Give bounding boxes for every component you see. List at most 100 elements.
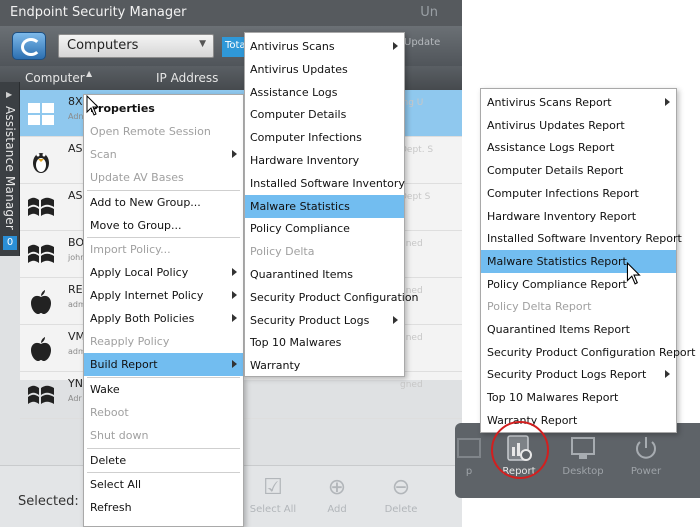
menu-item-policy-compliance-report[interactable]: Policy Compliance Report <box>481 273 676 296</box>
power-button-label: Power <box>630 466 662 477</box>
computer-name: BO <box>68 236 85 249</box>
menu-item-malware-statistics[interactable]: Malware Statistics <box>245 194 404 218</box>
menu-item-select-all[interactable]: Select All <box>84 473 243 496</box>
menu-item-installed-software-inventory-report[interactable]: Installed Software Inventory Report <box>481 227 682 250</box>
menu-item-add-to-new-group[interactable]: Add to New Group... <box>84 191 243 214</box>
add-button[interactable]: ⊕ Add <box>312 475 362 516</box>
windows-icon <box>28 197 54 216</box>
computer-user: Adr <box>68 394 82 403</box>
partial-button[interactable]: p <box>441 433 497 477</box>
menu-item-refresh[interactable]: Refresh <box>84 496 243 519</box>
menu-item-label: Top 10 Malwares Report <box>487 391 619 405</box>
sort-ascending-icon: ▲ <box>86 69 93 78</box>
column-computer[interactable]: Computer <box>25 71 85 85</box>
computer-user: johr <box>68 253 84 262</box>
menu-item-move-to-group[interactable]: Move to Group... <box>84 214 243 237</box>
menu-item-label: Computer Infections <box>250 131 362 145</box>
menu-item-policy-compliance[interactable]: Policy Compliance <box>245 217 404 240</box>
group-select[interactable]: Computers ▼ <box>58 34 214 58</box>
delete-button[interactable]: ⊖ Delete <box>376 476 426 516</box>
windows-icon <box>28 103 54 125</box>
menu-item-top-10-malwares[interactable]: Top 10 Malwares <box>245 331 404 354</box>
computer-name: AS <box>68 189 83 202</box>
menu-item-quarantined-items-report[interactable]: Quarantined Items Report <box>481 318 676 341</box>
menu-item-label: Antivirus Updates Report <box>487 118 625 132</box>
menu-item-apply-internet-policy[interactable]: Apply Internet Policy <box>84 284 243 307</box>
menu-item-label: Installed Software Inventory <box>250 176 405 190</box>
menu-item-apply-both-policies[interactable]: Apply Both Policies <box>84 307 243 330</box>
menu-item-security-product-logs-report[interactable]: Security Product Logs Report <box>481 363 676 386</box>
assistance-manager-sidebar[interactable]: ▶ Assistance Manager 0 <box>0 82 20 256</box>
menu-item-malware-statistics-report[interactable]: Malware Statistics Report <box>481 249 676 273</box>
computer-name: 8X <box>68 95 83 108</box>
menu-item-label: Malware Statistics <box>250 199 350 213</box>
menu-item-quarantined-items[interactable]: Quarantined Items <box>245 263 404 286</box>
delete-label: Delete <box>384 504 418 515</box>
sidebar-badge: 0 <box>3 236 17 250</box>
add-label: Add <box>327 504 347 515</box>
bottom-toolbar: p Report Desktop Power <box>455 423 700 498</box>
menu-item-label: Apply Both Policies <box>90 312 195 326</box>
menu-item-label: Policy Compliance Report <box>487 277 627 291</box>
expand-arrow-icon[interactable]: ▶ <box>6 90 12 99</box>
menu-item-label: Policy Compliance <box>250 222 350 236</box>
menu-item-computer-infections-report[interactable]: Computer Infections Report <box>481 182 676 205</box>
menu-item-label: Security Product Configuration Report <box>487 345 696 359</box>
menu-item-label: Import Policy... <box>90 243 171 257</box>
menu-item-antivirus-updates-report[interactable]: Antivirus Updates Report <box>481 114 676 137</box>
menu-item-assistance-logs[interactable]: Assistance Logs <box>245 81 404 104</box>
menu-item-label: Select All <box>90 478 142 492</box>
menu-item-policy-delta: Policy Delta <box>245 240 404 263</box>
menu-item-shut-down: Shut down <box>84 424 243 447</box>
select-all-label: Select All <box>249 504 297 515</box>
menu-item-antivirus-scans[interactable]: Antivirus Scans <box>245 35 404 58</box>
select-all-button[interactable]: ☑ Select All <box>248 476 298 516</box>
menu-item-label: Antivirus Updates <box>250 62 348 76</box>
menu-item-computer-details-report[interactable]: Computer Details Report <box>481 159 676 182</box>
menu-item-computer-infections[interactable]: Computer Infections <box>245 126 404 149</box>
menu-item-security-product-configuration[interactable]: Security Product Configuration <box>245 286 419 309</box>
menu-item-policy-delta-report: Policy Delta Report <box>481 295 676 318</box>
menu-item-reapply-policy: Reapply Policy <box>84 330 243 353</box>
menu-item-apply-local-policy[interactable]: Apply Local Policy <box>84 261 243 284</box>
menu-item-antivirus-scans-report[interactable]: Antivirus Scans Report <box>481 91 676 114</box>
menu-item-delete[interactable]: Delete <box>84 449 243 472</box>
menu-item-label: Scan <box>90 147 117 161</box>
menu-item-assistance-logs-report[interactable]: Assistance Logs Report <box>481 136 676 159</box>
tab-total[interactable]: Tota <box>222 37 246 57</box>
menu-item-warranty[interactable]: Warranty <box>245 354 404 377</box>
linux-icon <box>33 153 49 173</box>
mouse-cursor-icon <box>86 95 100 116</box>
menu-item-open-remote-session: Open Remote Session <box>84 120 243 143</box>
submenu-arrow-icon <box>232 291 237 300</box>
window-title: Endpoint Security Manager <box>10 5 187 20</box>
tab-update[interactable]: Update <box>404 37 440 48</box>
menu-item-top-10-malwares-report[interactable]: Top 10 Malwares Report <box>481 386 676 409</box>
computer-user: Adn <box>68 112 84 121</box>
menu-item-computer-details[interactable]: Computer Details <box>245 103 404 126</box>
add-icon: ⊕ <box>327 475 347 500</box>
chevron-down-icon: ▼ <box>199 39 206 49</box>
apple-icon <box>31 337 51 361</box>
menu-item-security-product-configuration-report[interactable]: Security Product Configuration Report <box>481 341 696 364</box>
desktop-button[interactable]: Desktop <box>555 433 611 477</box>
menu-item-antivirus-updates[interactable]: Antivirus Updates <box>245 58 404 81</box>
menu-item-build-report[interactable]: Build Report <box>84 352 243 376</box>
menu-item-properties[interactable]: Properties <box>84 97 243 120</box>
menu-item-wake[interactable]: Wake <box>84 378 243 401</box>
menu-item-label: Quarantined Items <box>250 268 353 281</box>
submenu-arrow-icon <box>232 314 237 323</box>
sidebar-label: Assistance Manager <box>3 106 17 230</box>
menu-item-hardware-inventory[interactable]: Hardware Inventory <box>245 149 404 172</box>
submenu-arrow-icon <box>232 268 237 277</box>
menu-item-label: Warranty <box>250 359 301 373</box>
computer-name: AS <box>68 142 83 155</box>
menu-item-label: Apply Internet Policy <box>90 289 204 303</box>
power-button[interactable]: Power <box>618 433 674 477</box>
menu-item-installed-software-inventory[interactable]: Installed Software Inventory <box>245 172 405 195</box>
menu-item-security-product-logs[interactable]: Security Product Logs <box>245 309 404 332</box>
menu-item-hardware-inventory-report[interactable]: Hardware Inventory Report <box>481 205 676 228</box>
column-ip-address[interactable]: IP Address <box>156 71 218 85</box>
submenu-arrow-icon <box>232 359 237 368</box>
computer-context-menu: Properties Open Remote Session Scan Update … <box>83 94 244 527</box>
